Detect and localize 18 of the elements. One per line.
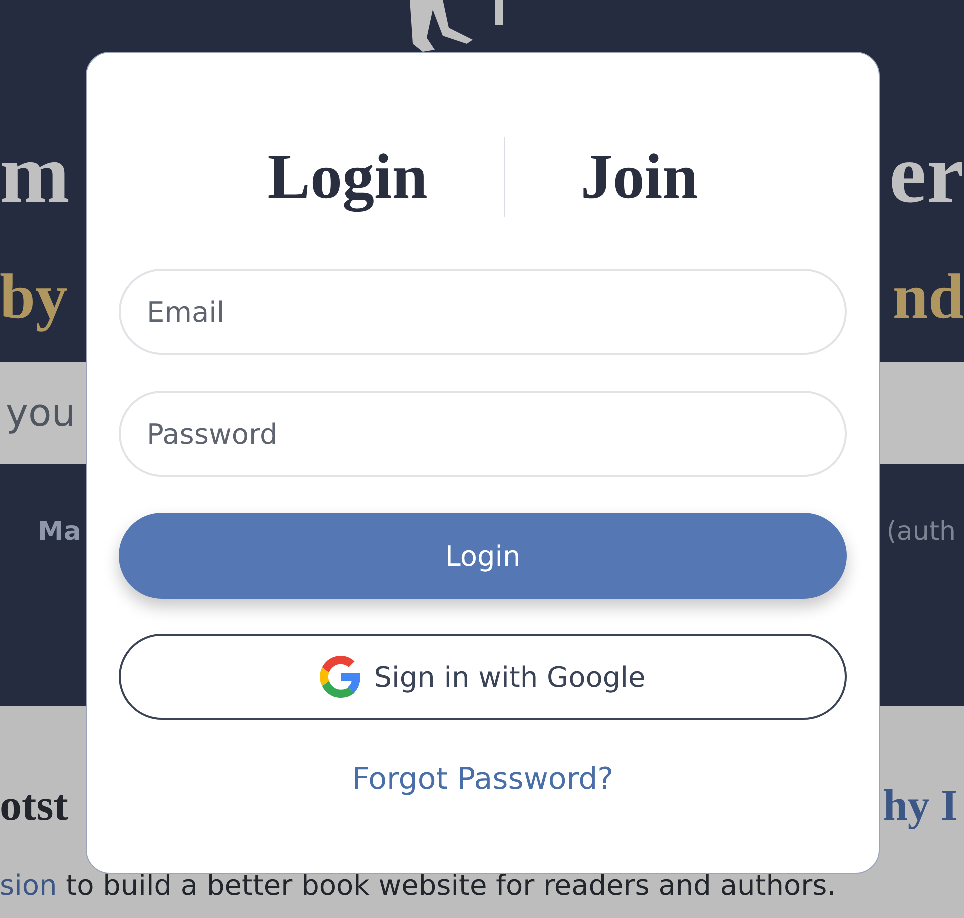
hero-title: er <box>889 130 964 220</box>
forgot-password-link[interactable]: Forgot Password? <box>352 762 614 797</box>
tab[interactable]: Join <box>580 137 698 217</box>
password-field[interactable]: Password <box>119 391 847 477</box>
google-sign-in-button[interactable]: Sign in with Google <box>119 634 847 720</box>
email-field[interactable]: Email <box>119 269 847 355</box>
nav-link[interactable]: Ma <box>38 517 82 547</box>
hero-title: m <box>0 130 70 220</box>
heading-link[interactable]: hy I <box>883 780 958 830</box>
tab[interactable]: Login <box>268 137 428 217</box>
login-button[interactable]: Login <box>119 513 847 599</box>
body-text: sion to build a better book website for readers and authors. <box>0 870 838 902</box>
hero-subtitle: nd <box>892 262 964 332</box>
google-icon <box>320 656 362 698</box>
nav-text: (auth <box>886 517 956 547</box>
body-link[interactable]: sion <box>0 869 58 902</box>
hero-subtitle: by <box>0 262 68 332</box>
section-heading: otst <box>0 780 68 830</box>
